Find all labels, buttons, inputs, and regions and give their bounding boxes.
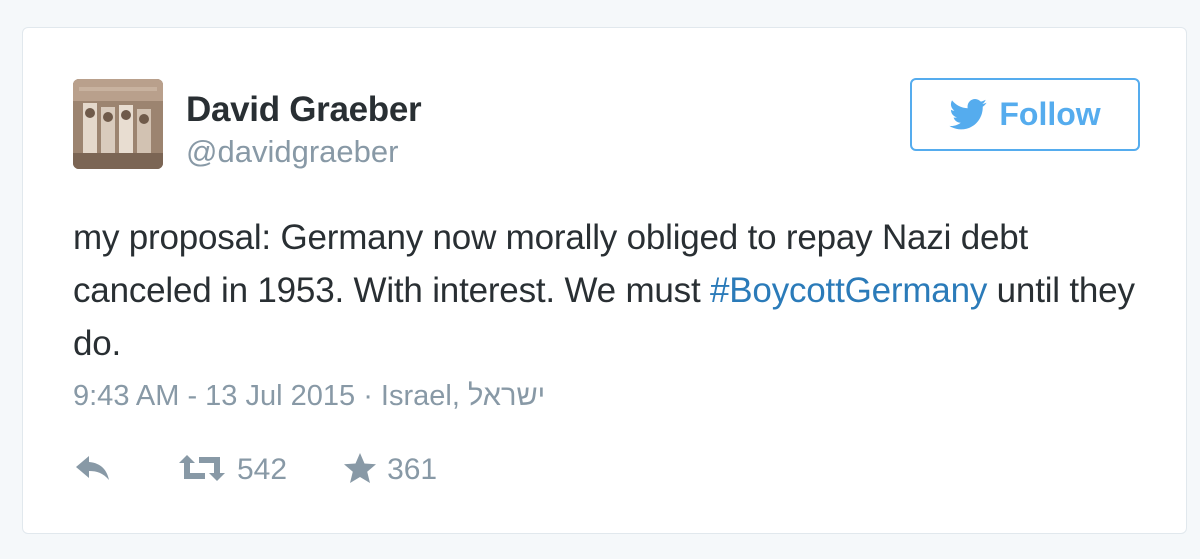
follow-button[interactable]: Follow: [910, 78, 1140, 151]
timestamp-link[interactable]: 9:43 AM - 13 Jul 2015: [73, 380, 355, 412]
reply-button[interactable]: [75, 454, 111, 487]
tweet-card: David Graeber @davidgraeber Follow my pr…: [22, 27, 1187, 534]
avatar[interactable]: [73, 79, 163, 169]
tweet-text: my proposal: Germany now morally obliged…: [73, 211, 1153, 370]
star-icon: [343, 452, 377, 489]
favorite-count: 361: [387, 453, 438, 486]
twitter-bird-icon: [949, 99, 987, 130]
follow-label: Follow: [999, 96, 1101, 132]
favorite-button[interactable]: 361: [343, 452, 437, 489]
user-handle[interactable]: @davidgraeber: [186, 134, 398, 170]
meta-separator: ·: [355, 380, 381, 412]
avatar-image: [73, 79, 163, 169]
location-link[interactable]: Israel, ישראל: [381, 380, 545, 412]
tweet-actions: 542 361: [75, 448, 437, 492]
hashtag-link[interactable]: #BoycottGermany: [710, 271, 987, 310]
tweet-meta: 9:43 AM - 13 Jul 2015 · Israel, ישראל: [73, 380, 545, 413]
retweet-button[interactable]: 542: [177, 453, 287, 488]
reply-icon: [75, 454, 111, 487]
retweet-count: 542: [237, 453, 288, 486]
display-name[interactable]: David Graeber: [186, 90, 422, 130]
retweet-icon: [177, 453, 227, 488]
